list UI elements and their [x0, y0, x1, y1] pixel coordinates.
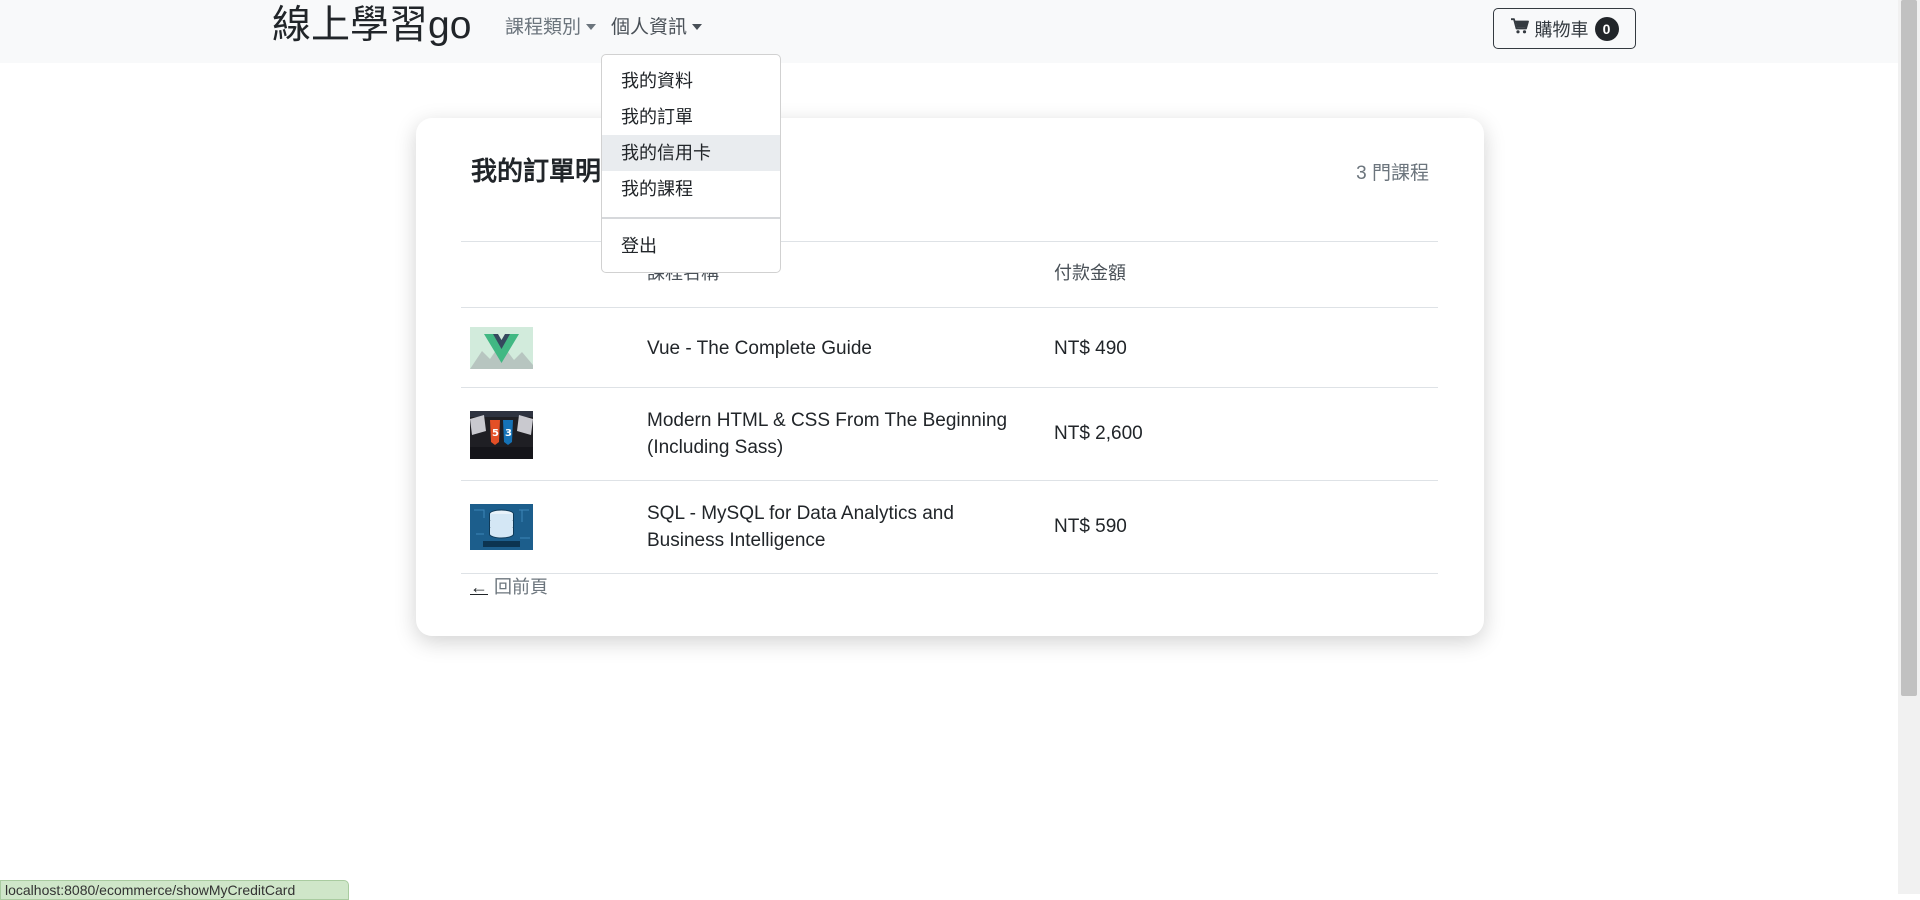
column-header-amount: 付款金額 [1054, 263, 1126, 283]
nav-course-categories-label: 課程類別 [505, 17, 582, 38]
dropdown-item-my-courses[interactable]: 我的課程 [602, 171, 780, 207]
vue-logo-thumbnail[interactable] [470, 327, 533, 369]
back-link-label: 回前頁 [494, 577, 548, 597]
nav-course-categories-dropdown[interactable]: 課程類別 [505, 16, 597, 40]
table-row: 5 3 Modern HTML & CSS From The Beginning… [461, 388, 1438, 481]
dropdown-item-my-profile[interactable]: 我的資料 [602, 63, 780, 99]
shopping-cart-icon [1510, 18, 1529, 39]
table-row: Vue - The Complete Guide NT$ 490 [461, 308, 1438, 388]
course-name: Modern HTML & CSS From The Beginning (In… [647, 410, 1008, 458]
scrollbar-thumb[interactable] [1901, 0, 1917, 696]
page-scrollbar[interactable] [1898, 0, 1920, 894]
course-name: SQL - MySQL for Data Analytics and Busin… [647, 503, 954, 551]
nav-personal-info-label: 個人資訊 [611, 17, 688, 38]
course-name: Vue - The Complete Guide [647, 338, 872, 359]
order-details-card: 我的訂單明 3 門課程 課程名稱 付款金額 Vue - The Complete… [416, 118, 1484, 636]
back-link[interactable]: ← 回前頁 [470, 575, 548, 599]
nav-personal-info-dropdown[interactable]: 個人資訊 [611, 16, 703, 40]
dropdown-divider [602, 217, 780, 219]
brand-logo[interactable]: 線上學習go [272, 2, 471, 50]
arrow-left-icon: ← [470, 577, 488, 597]
caret-down-icon [586, 24, 597, 30]
course-price: NT$ 2,600 [1054, 423, 1143, 444]
course-count: 3 門課程 [1356, 163, 1429, 184]
svg-text:5: 5 [492, 428, 499, 439]
browser-status-url: localhost:8080/ecommerce/showMyCreditCar… [0, 880, 349, 900]
svg-text:3: 3 [505, 428, 512, 439]
table-row: SQL - MySQL for Data Analytics and Busin… [461, 481, 1438, 574]
dropdown-item-my-orders[interactable]: 我的訂單 [602, 99, 780, 135]
course-price: NT$ 590 [1054, 516, 1127, 537]
page-title: 我的訂單明 [471, 156, 602, 186]
navbar: 線上學習go 課程類別 個人資訊 購物車 0 [0, 0, 1898, 63]
course-price: NT$ 490 [1054, 338, 1127, 359]
html-css-thumbnail[interactable]: 5 3 [470, 411, 533, 459]
cart-label: 購物車 [1534, 19, 1589, 40]
personal-info-dropdown-menu: 我的資料 我的訂單 我的信用卡 我的課程 登出 [601, 54, 781, 273]
cart-button[interactable]: 購物車 0 [1493, 8, 1636, 49]
dropdown-item-my-credit-card[interactable]: 我的信用卡 [602, 135, 780, 171]
dropdown-item-logout[interactable]: 登出 [602, 228, 780, 264]
row-divider [461, 573, 1438, 574]
database-thumbnail[interactable] [470, 504, 533, 550]
caret-down-icon [692, 24, 703, 30]
cart-count-badge: 0 [1594, 16, 1619, 41]
